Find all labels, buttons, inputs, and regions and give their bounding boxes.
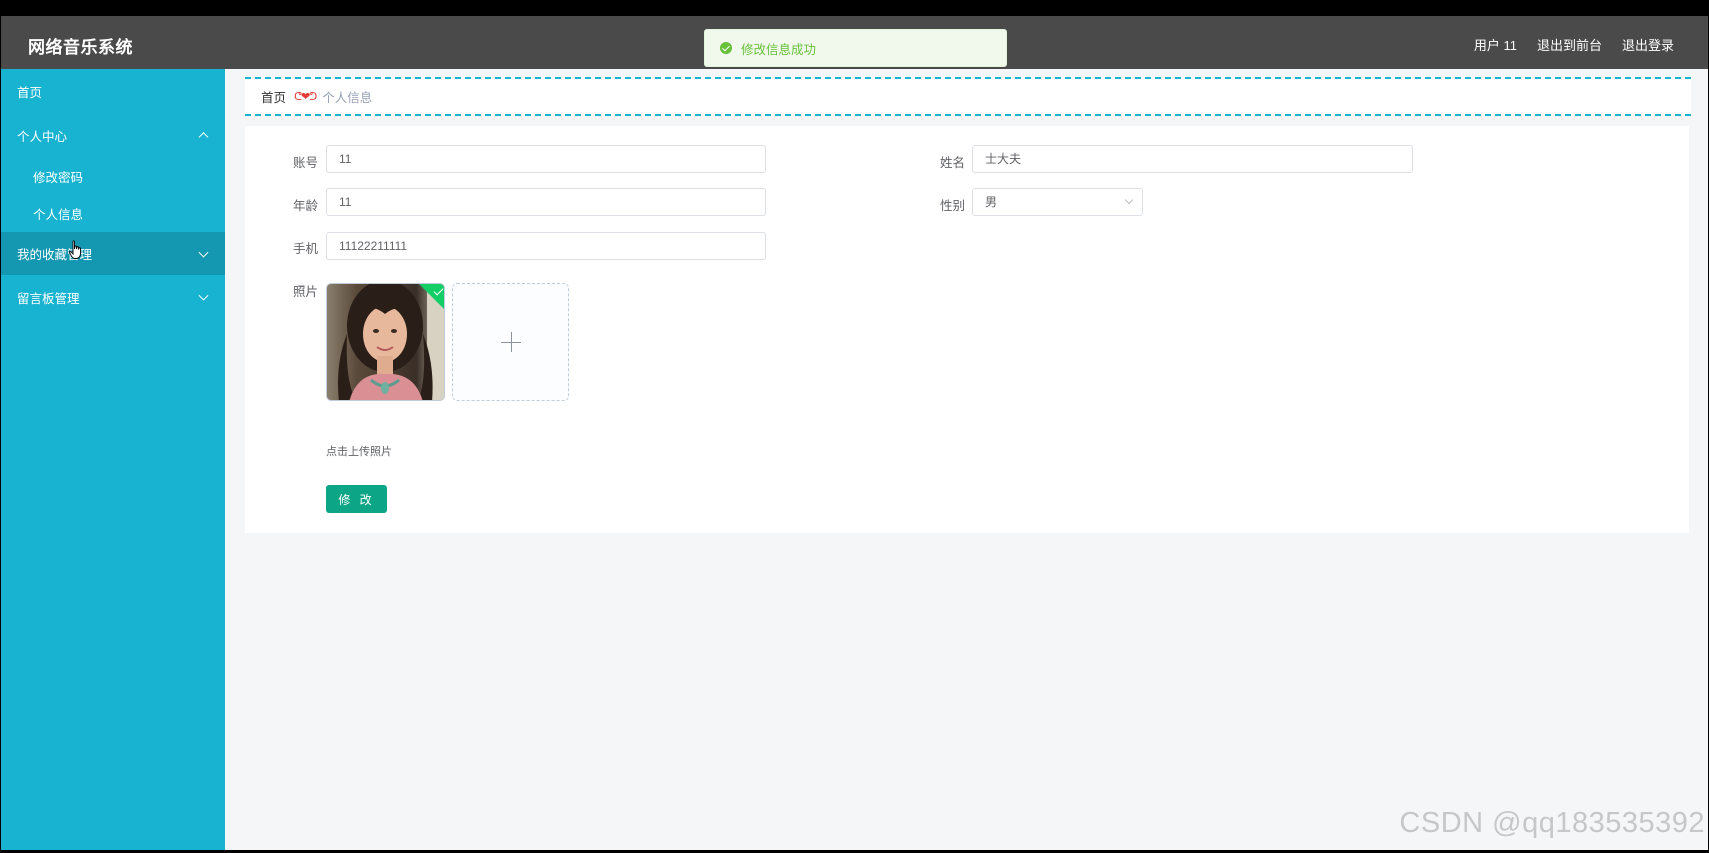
profile-form: 账号 11 姓名 士大夫 年龄 11 性别 男 手机 11122211111 照… xyxy=(245,126,1689,533)
phone-label: 手机 xyxy=(293,242,319,256)
account-label: 账号 xyxy=(293,156,319,170)
breadcrumb-separator: ᕦ❤ᕤ xyxy=(294,91,317,103)
account-input[interactable]: 11 xyxy=(326,145,766,173)
age-input[interactable]: 11 xyxy=(326,188,766,216)
gender-select[interactable]: 男 xyxy=(972,188,1143,216)
chevron-down-icon xyxy=(198,290,209,301)
submit-button[interactable]: 修 改 xyxy=(326,485,387,513)
app-title: 网络音乐系统 xyxy=(28,38,133,57)
uploaded-photo[interactable] xyxy=(326,283,445,401)
sidebar: 首页 个人中心 修改密码 个人信息 我的收藏管理 留言板管理 xyxy=(1,69,225,850)
top-actions: 用户 11 退出到前台 退出登录 xyxy=(1474,35,1674,54)
upload-photo-button[interactable] xyxy=(452,283,569,401)
success-check-icon xyxy=(720,42,732,54)
sidebar-item-favorites[interactable]: 我的收藏管理 xyxy=(1,232,225,275)
hand-cursor-icon xyxy=(69,240,81,259)
phone-input[interactable]: 11122211111 xyxy=(326,232,766,260)
app-window: 网络音乐系统 用户 11 退出到前台 退出登录 修改信息成功 首页 个人中心 修… xyxy=(1,16,1708,850)
name-input[interactable]: 士大夫 xyxy=(972,145,1413,173)
gender-selected-value: 男 xyxy=(985,195,998,209)
user-label: 用户 11 xyxy=(1473,38,1517,53)
gender-label: 性别 xyxy=(940,199,966,213)
name-label: 姓名 xyxy=(940,156,966,170)
breadcrumb-current: 个人信息 xyxy=(322,91,373,105)
breadcrumb: 首页 ᕦ❤ᕤ 个人信息 xyxy=(245,77,1691,116)
sidebar-item-label: 修改密码 xyxy=(33,170,84,185)
sidebar-item-personal-center[interactable]: 个人中心 xyxy=(1,114,225,156)
success-toast: 修改信息成功 xyxy=(704,29,1007,67)
sidebar-item-message-board[interactable]: 留言板管理 xyxy=(1,275,225,319)
logout-link[interactable]: 退出登录 xyxy=(1622,35,1674,54)
chevron-down-icon xyxy=(1124,195,1134,205)
photo-label: 照片 xyxy=(293,285,319,299)
sidebar-item-personal-info[interactable]: 个人信息 xyxy=(1,195,225,232)
sidebar-item-home[interactable]: 首页 xyxy=(1,69,225,113)
sidebar-item-change-password[interactable]: 修改密码 xyxy=(1,157,225,195)
sidebar-item-label: 首页 xyxy=(17,85,43,100)
watermark: CSDN @qq183535392 xyxy=(1399,807,1705,839)
sidebar-item-label: 留言板管理 xyxy=(17,291,80,306)
portrait-image xyxy=(327,284,444,400)
sidebar-item-label: 个人信息 xyxy=(33,208,84,222)
exit-to-front-link[interactable]: 退出到前台 xyxy=(1537,35,1602,54)
chevron-up-icon xyxy=(198,132,209,143)
chevron-down-icon xyxy=(198,247,209,258)
age-label: 年龄 xyxy=(293,199,319,213)
upload-tip: 点击上传照片 xyxy=(326,446,392,458)
toast-message: 修改信息成功 xyxy=(741,42,817,57)
breadcrumb-home[interactable]: 首页 xyxy=(261,87,286,106)
sidebar-item-label: 个人中心 xyxy=(17,129,68,144)
